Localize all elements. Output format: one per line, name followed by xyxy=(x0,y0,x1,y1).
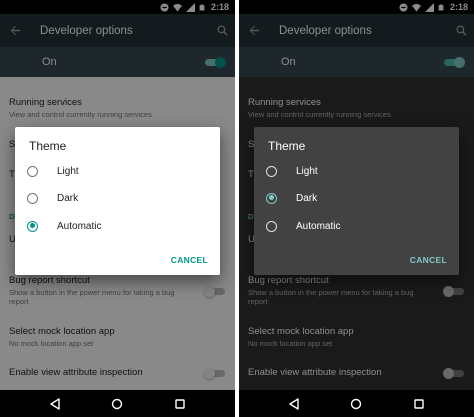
radio-button[interactable] xyxy=(266,165,277,177)
navigation-bar xyxy=(0,390,235,417)
recents-square-icon xyxy=(175,398,185,409)
theme-option-automatic[interactable]: Automatic xyxy=(266,215,446,237)
back-triangle-icon xyxy=(50,397,60,410)
back-triangle-icon xyxy=(289,397,299,410)
nav-back-button[interactable] xyxy=(286,396,302,412)
nav-home-button[interactable] xyxy=(109,396,125,412)
theme-option-label: Automatic xyxy=(57,220,102,232)
radio-button-selected[interactable] xyxy=(266,192,277,204)
radio-button[interactable] xyxy=(27,165,38,177)
theme-option-label: Automatic xyxy=(296,220,341,232)
radio-dot xyxy=(268,195,274,200)
theme-dialog-title: Theme xyxy=(29,139,67,153)
home-circle-icon xyxy=(112,398,123,409)
theme-option-label: Light xyxy=(296,165,318,177)
theme-dialog-title: Theme xyxy=(268,139,306,153)
light-theme-screen: 2:18 Developer options On Running servic… xyxy=(0,0,235,417)
dark-theme-screen: 2:18 Developer options On Running servic… xyxy=(239,0,474,417)
nav-home-button[interactable] xyxy=(348,396,364,412)
radio-button[interactable] xyxy=(27,192,38,204)
nav-recents-button[interactable] xyxy=(172,396,188,412)
theme-option-automatic[interactable]: Automatic xyxy=(27,215,207,237)
theme-option-label: Dark xyxy=(296,192,318,204)
theme-option-dark[interactable]: Dark xyxy=(266,187,446,209)
radio-button[interactable] xyxy=(266,220,277,232)
theme-option-label: Light xyxy=(57,165,79,177)
radio-dot xyxy=(29,223,35,228)
theme-option-label: Dark xyxy=(57,192,79,204)
nav-recents-button[interactable] xyxy=(411,396,427,412)
theme-option-dark[interactable]: Dark xyxy=(27,187,207,209)
cancel-button[interactable]: CANCEL xyxy=(410,255,447,265)
theme-dialog: Theme Light Dark Automatic CANCEL xyxy=(15,127,220,275)
cancel-button[interactable]: CANCEL xyxy=(171,255,208,265)
theme-option-light[interactable]: Light xyxy=(27,160,207,182)
radio-button-selected[interactable] xyxy=(27,220,38,232)
recents-square-icon xyxy=(414,398,424,409)
navigation-bar xyxy=(239,390,474,417)
theme-dialog: Theme Light Dark Automatic CANCEL xyxy=(254,127,459,275)
theme-option-light[interactable]: Light xyxy=(266,160,446,182)
home-circle-icon xyxy=(351,398,362,409)
nav-back-button[interactable] xyxy=(47,396,63,412)
